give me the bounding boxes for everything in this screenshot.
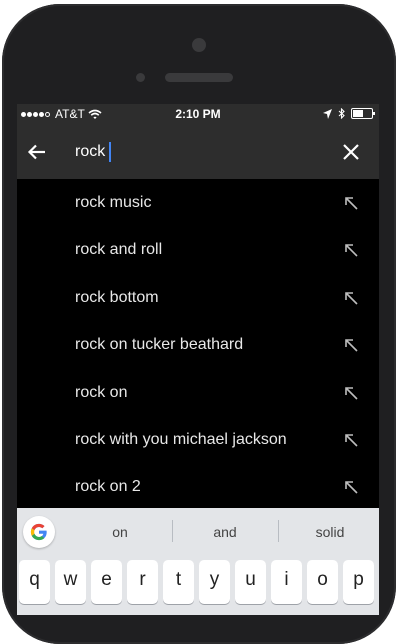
keyboard-suggestion-bar: on and solid	[17, 508, 379, 554]
arrow-left-icon	[27, 144, 45, 160]
arrow-up-left-icon[interactable]	[343, 479, 359, 495]
suggestion-item[interactable]: rock on 2	[17, 463, 379, 510]
key-p[interactable]: p	[343, 560, 374, 604]
key-o[interactable]: o	[307, 560, 338, 604]
status-right	[323, 108, 375, 119]
google-g-icon[interactable]	[23, 516, 55, 548]
suggestion-item[interactable]: rock on	[17, 369, 379, 416]
location-arrow-icon	[323, 108, 332, 119]
search-bar	[17, 124, 379, 179]
arrow-up-left-icon[interactable]	[343, 195, 359, 211]
suggestion-divider	[278, 520, 279, 542]
suggestion-text: rock bottom	[75, 288, 159, 306]
close-icon	[343, 144, 359, 160]
front-camera	[192, 38, 206, 52]
arrow-up-left-icon[interactable]	[343, 290, 359, 306]
key-w[interactable]: w	[55, 560, 86, 604]
suggestion-text: rock on tucker beathard	[75, 336, 244, 354]
suggestion-text: rock and roll	[75, 241, 163, 259]
keyboard-suggestion-word[interactable]: solid	[290, 524, 370, 540]
arrow-up-left-icon[interactable]	[343, 432, 359, 448]
suggestion-item[interactable]: rock and roll	[17, 226, 379, 273]
back-button[interactable]	[25, 139, 51, 165]
text-cursor	[109, 142, 111, 162]
suggestion-item[interactable]: rock on tucker beathard	[17, 321, 379, 368]
status-bar: AT&T 2:10 PM	[17, 104, 379, 124]
suggestion-text: rock on	[75, 383, 128, 401]
keyboard-suggestion-word[interactable]: on	[80, 524, 160, 540]
suggestion-item[interactable]: rock with you michael jackson	[17, 416, 379, 463]
key-e[interactable]: e	[91, 560, 122, 604]
arrow-up-left-icon[interactable]	[343, 385, 359, 401]
keyboard-suggestion-word[interactable]: and	[185, 524, 265, 540]
google-logo-mark	[30, 523, 47, 541]
suggestion-text: rock on 2	[75, 478, 141, 496]
keyboard-row-1: q w e r t y u i o p	[17, 560, 379, 604]
screen: AT&T 2:10 PM rock rock music rock and ro…	[17, 104, 379, 615]
key-i[interactable]: i	[271, 560, 302, 604]
earpiece-speaker	[165, 73, 233, 82]
arrow-up-left-icon[interactable]	[343, 337, 359, 353]
suggestion-divider	[172, 520, 173, 542]
battery-icon	[351, 108, 375, 119]
clear-search-button[interactable]	[339, 140, 363, 164]
arrow-up-left-icon[interactable]	[343, 242, 359, 258]
key-r[interactable]: r	[127, 560, 158, 604]
suggestion-item[interactable]: rock bottom	[17, 274, 379, 321]
suggestion-text: rock music	[75, 194, 152, 211]
search-input[interactable]	[75, 138, 315, 166]
battery-fill	[353, 110, 363, 117]
suggestion-list: rock music rock and roll rock bottom roc…	[17, 179, 379, 511]
suggestion-text: rock with you michael jackson	[75, 430, 287, 448]
bluetooth-icon	[338, 108, 345, 119]
suggestion-item[interactable]: rock music	[17, 179, 379, 226]
key-q[interactable]: q	[19, 560, 50, 604]
proximity-sensor	[136, 73, 145, 82]
key-y[interactable]: y	[199, 560, 230, 604]
keyboard: on and solid q w e r t y u i o p	[17, 508, 379, 615]
key-u[interactable]: u	[235, 560, 266, 604]
key-t[interactable]: t	[163, 560, 194, 604]
